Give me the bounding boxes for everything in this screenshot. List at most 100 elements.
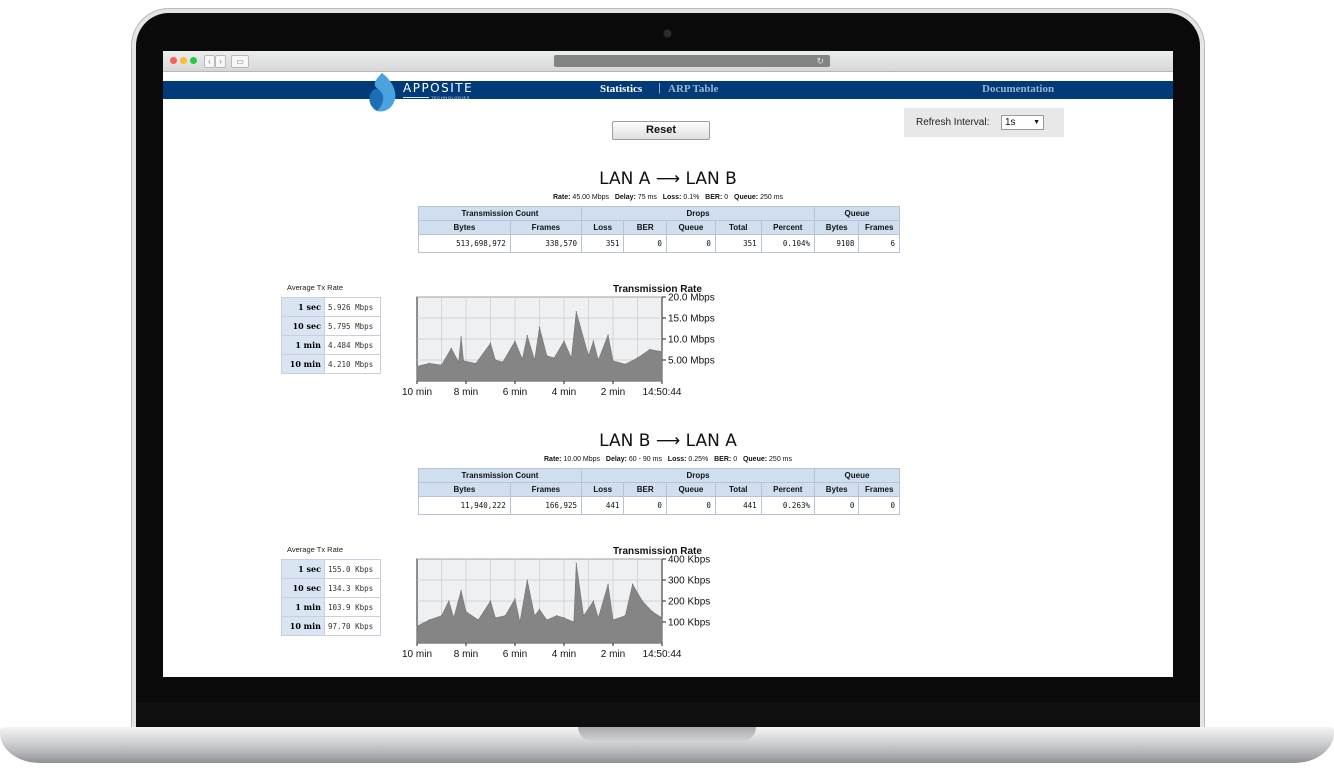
param-loss-key: Loss: [662,194,682,201]
address-bar[interactable]: ↻ [554,55,830,67]
avg-row: 1 sec 5.926 Mbps [281,297,381,317]
avg-interval: 1 min [281,335,325,355]
rate-data-point [538,326,541,328]
col-loss: Loss [580,220,625,235]
laptop-base-notch [578,727,756,741]
rate-data-point [489,342,492,344]
rate-data-point [489,600,492,602]
rate-data-point [460,589,462,592]
x-tick-label: 2 min [601,649,625,660]
statistics-table: Transmission Count Drops Queue Bytes Fra… [418,468,900,515]
col-queue: Queue [665,482,716,497]
cell-loss: 351 [580,234,625,253]
cell-percent: 0.104% [760,234,816,253]
reload-icon[interactable]: ↻ [816,55,824,67]
header-queue: Queue [814,206,900,221]
rate-data-point [504,615,506,617]
rate-data-point [546,355,548,357]
x-tick-label: 14:50:44 [643,387,682,398]
col-total: Total [714,220,762,235]
transmission-rate-chart: 400 Kbps 300 Kbps 200 Kbps 100 Kbps 10 min 8 … [402,555,710,660]
rate-data-point [475,362,477,364]
cell-ber: 0 [623,496,667,515]
reset-button[interactable]: Reset [612,121,710,140]
rate-data-point [583,615,585,617]
nav-arp-table-link[interactable]: ARP Table [668,83,718,95]
rate-data-point [526,335,528,337]
avg-value: 5.795 Mbps [324,316,381,336]
sidebar-toggle-icon[interactable]: ▭ [231,55,249,68]
param-loss-value: 0.1% [683,194,700,201]
back-button[interactable]: ‹ [204,55,215,68]
avg-row: 10 sec 5.795 Mbps [281,316,381,336]
cell-ber: 0 [623,234,667,253]
avg-row: 10 min 4.210 Mbps [281,354,381,374]
rate-data-point [514,340,516,342]
rate-data-point [526,579,528,581]
rate-data-point [465,610,467,613]
cell-queue-frames: 0 [858,496,900,515]
rate-data-point [428,619,430,621]
chevron-down-icon: ▼ [1033,119,1040,126]
y-tick-label: 10.0 Mbps [668,335,715,346]
avg-value: 4.484 Mbps [324,335,381,355]
rate-data-point [570,357,572,359]
rate-data-point [448,600,450,602]
header-drops: Drops [581,468,815,483]
cell-loss: 441 [580,496,625,515]
rate-data-point [573,621,575,623]
table-row: 11,940,222 166,925 441 0 0 441 0.263% 0 … [418,496,900,515]
avg-value: 155.0 Kbps [324,559,381,579]
refresh-interval-value: 1s [1005,117,1016,128]
rate-data-point [514,598,516,600]
rate-data-point [624,615,626,617]
nav-separator: | [658,82,661,94]
param-ber-value: 0 [733,456,738,463]
rate-data-point [612,360,614,362]
param-rate-key: Rate: [552,194,571,201]
transmission-rate-chart: 20.0 Mbps 15.0 Mbps 10.0 Mbps 5.00 Mbps 10 m… [402,293,715,398]
maximize-window-icon[interactable] [190,57,197,64]
col-bytes: Bytes [418,482,511,497]
avg-interval: 1 sec [281,559,325,579]
avg-interval: 10 sec [281,316,325,336]
avg-interval: 1 min [281,597,325,617]
x-tick-label: 10 min [402,387,432,398]
cell-queue: 0 [665,234,716,253]
rate-data-point [460,336,462,338]
rate-data-point [661,617,663,619]
avg-row: 10 sec 134.3 Kbps [281,578,381,598]
rate-data-point [612,619,614,621]
refresh-interval-label: Refresh Interval: [916,117,990,128]
link-parameters: Rate: 10.00 Mbps Delay: 60 - 90 ms Loss:… [163,456,1173,463]
rate-data-point [607,334,609,336]
col-percent: Percent [760,482,816,497]
param-ber-key: BER: [705,194,723,201]
rate-data-point [458,361,460,363]
nav-statistics-link[interactable]: Statistics [600,83,642,95]
cell-frames: 338,570 [509,234,583,253]
header-queue: Queue [814,468,900,483]
close-window-icon[interactable] [170,57,177,64]
minimize-window-icon[interactable] [180,57,187,64]
refresh-interval-select[interactable]: 1s ▼ [1001,115,1044,130]
rate-data-point [534,359,536,361]
rate-data-point [587,355,590,357]
rate-data-point [597,617,599,619]
nav-documentation-link[interactable]: Documentation [982,83,1054,95]
rate-data-point [575,311,577,313]
rate-data-point [651,610,653,613]
avg-row: 1 sec 155.0 Kbps [281,559,381,579]
rate-data-point [538,608,541,610]
rate-data-point [563,617,565,619]
col-total: Total [714,482,762,497]
cell-bytes: 513,698,972 [418,234,511,253]
average-tx-rate-label: Average Tx Rate [287,283,344,292]
y-tick-label: 20.0 Mbps [668,293,715,304]
rate-data-point [592,340,594,342]
param-rate-value: 45.00 Mbps [572,194,610,201]
cell-bytes: 11,940,222 [418,496,511,515]
forward-button[interactable]: › [215,55,226,68]
param-rate-value: 10.00 Mbps [563,456,601,463]
camera-icon [664,30,671,37]
